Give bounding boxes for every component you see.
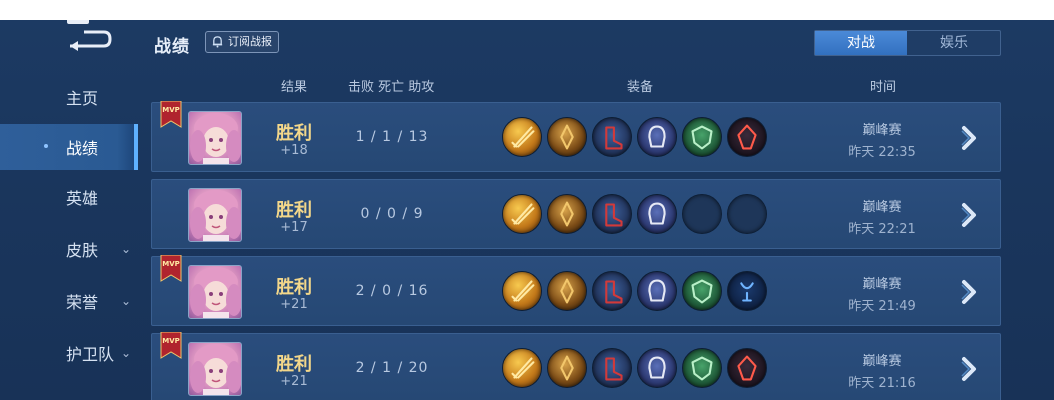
sidebar: 主页战绩英雄皮肤 ⌄ 荣誉 ⌄ 护卫队 ⌄ bbox=[0, 20, 138, 400]
sidebar-item-5[interactable]: 护卫队 ⌄ bbox=[0, 330, 138, 376]
empty-item-slot[interactable] bbox=[682, 194, 722, 234]
bronze-sword-icon[interactable] bbox=[547, 117, 587, 157]
match-time: 昨天 21:49 bbox=[848, 299, 916, 314]
match-row[interactable]: MVP 胜利 +21 2 / 1 / 20 巅峰赛昨天 21:16 bbox=[151, 332, 1001, 400]
game-screen: 主页战绩英雄皮肤⌄荣誉⌄护卫队⌄ ᵛ 战绩 订阅战报 对战 娱乐 结果 击败 死… bbox=[0, 20, 1054, 400]
sidebar-item-label: 战绩 bbox=[66, 139, 99, 158]
sidebar-item-0[interactable]: 主页 bbox=[0, 74, 138, 120]
back-arrow-cap bbox=[67, 20, 89, 24]
sidebar-item-3[interactable]: 皮肤 ⌄ bbox=[0, 226, 138, 272]
sidebar-item-4[interactable]: 荣誉 ⌄ bbox=[0, 278, 138, 324]
tab-entertainment[interactable]: 娱乐 bbox=[908, 31, 1000, 55]
skull-helm-icon[interactable] bbox=[637, 117, 677, 157]
red-crystal-icon[interactable] bbox=[727, 117, 767, 157]
jade-shield-icon[interactable] bbox=[682, 117, 722, 157]
chevron-right-icon[interactable] bbox=[958, 202, 982, 228]
match-mode: 巅峰赛 bbox=[862, 123, 902, 138]
skull-helm-icon[interactable] bbox=[637, 271, 677, 311]
equipment-list bbox=[502, 348, 782, 390]
chevron-right-icon[interactable] bbox=[958, 356, 982, 382]
subscribe-report-button[interactable]: 订阅战报 bbox=[205, 31, 279, 53]
kda-value: 2 / 0 / 16 bbox=[355, 283, 429, 299]
bronze-sword-icon[interactable] bbox=[547, 271, 587, 311]
gold-blade-icon[interactable] bbox=[502, 348, 542, 388]
bronze-sword-icon[interactable] bbox=[547, 194, 587, 234]
match-mode: 巅峰赛 bbox=[862, 354, 902, 369]
kda-value: 1 / 1 / 13 bbox=[355, 129, 429, 145]
skull-helm-icon[interactable] bbox=[637, 348, 677, 388]
result-label: 胜利 bbox=[276, 277, 312, 298]
crimson-boots-icon[interactable] bbox=[592, 117, 632, 157]
back-arrow-icon bbox=[70, 30, 112, 51]
chevron-right-icon[interactable] bbox=[958, 125, 982, 151]
bronze-sword-icon[interactable] bbox=[547, 348, 587, 388]
match-mode: 巅峰赛 bbox=[862, 277, 902, 292]
sidebar-item-label: 荣誉 bbox=[66, 293, 99, 312]
match-time: 昨天 22:21 bbox=[848, 222, 916, 237]
mvp-badge-text: MVP bbox=[162, 106, 180, 114]
crimson-boots-icon[interactable] bbox=[592, 194, 632, 234]
title-sub-text: ᵛ bbox=[170, 20, 174, 24]
score-change: +21 bbox=[280, 297, 308, 312]
result-label: 胜利 bbox=[276, 200, 312, 221]
mvp-badge-text: MVP bbox=[162, 337, 180, 345]
bell-icon bbox=[212, 36, 223, 48]
gold-blade-icon[interactable] bbox=[502, 117, 542, 157]
jade-shield-icon[interactable] bbox=[682, 348, 722, 388]
tab-battle[interactable]: 对战 bbox=[815, 31, 907, 55]
sidebar-item-label: 主页 bbox=[66, 89, 99, 108]
result-label: 胜利 bbox=[276, 123, 312, 144]
mode-tabs: 对战 娱乐 bbox=[814, 30, 1001, 56]
score-change: +21 bbox=[280, 374, 308, 389]
column-header-time: 时间 bbox=[870, 80, 897, 95]
equipment-list bbox=[502, 194, 782, 236]
match-time: 昨天 21:16 bbox=[848, 376, 916, 391]
back-button[interactable] bbox=[64, 20, 114, 56]
sidebar-item-label: 英雄 bbox=[66, 189, 99, 208]
match-mode: 巅峰赛 bbox=[862, 200, 902, 215]
equipment-list bbox=[502, 117, 782, 159]
score-change: +17 bbox=[280, 220, 308, 235]
jade-shield-icon[interactable] bbox=[682, 271, 722, 311]
sidebar-item-label: 皮肤 bbox=[66, 241, 99, 260]
hero-portrait bbox=[188, 111, 242, 165]
equipment-list bbox=[502, 271, 782, 313]
kda-value: 2 / 1 / 20 bbox=[355, 360, 429, 376]
chevron-right-icon[interactable] bbox=[958, 279, 982, 305]
crimson-boots-icon[interactable] bbox=[592, 271, 632, 311]
mvp-badge-text: MVP bbox=[162, 260, 180, 268]
gold-blade-icon[interactable] bbox=[502, 194, 542, 234]
subscribe-label: 订阅战报 bbox=[228, 35, 272, 48]
sidebar-item-2[interactable]: 英雄 bbox=[0, 174, 138, 220]
match-row[interactable]: MVP 胜利 +18 1 / 1 / 13 巅峰赛昨天 22:35 bbox=[151, 101, 1001, 172]
hero-portrait bbox=[188, 188, 242, 242]
page-title: 战绩 bbox=[154, 37, 190, 57]
mvp-badge-icon: MVP bbox=[160, 101, 182, 128]
sidebar-item-label: 护卫队 bbox=[66, 345, 115, 364]
sidebar-item-1[interactable]: 战绩 bbox=[0, 124, 138, 170]
score-change: +18 bbox=[280, 143, 308, 158]
empty-item-slot[interactable] bbox=[727, 194, 767, 234]
kda-value: 0 / 0 / 9 bbox=[360, 206, 424, 222]
chevron-down-icon: ⌄ bbox=[121, 346, 132, 360]
match-time: 昨天 22:35 bbox=[848, 145, 916, 160]
match-row[interactable]: MVP 胜利 +21 2 / 0 / 16 巅峰赛昨天 21:49 bbox=[151, 255, 1001, 326]
hero-portrait bbox=[188, 342, 242, 396]
match-row[interactable]: 胜利 +17 0 / 0 / 9 巅峰赛昨天 22:21 bbox=[151, 179, 1001, 249]
result-label: 胜利 bbox=[276, 354, 312, 375]
blue-amulet-icon[interactable] bbox=[727, 271, 767, 311]
active-indicator-dot bbox=[44, 144, 48, 148]
skull-helm-icon[interactable] bbox=[637, 194, 677, 234]
column-header-equipment: 装备 bbox=[627, 80, 654, 95]
column-header-kda: 击败 死亡 助攻 bbox=[348, 80, 435, 95]
chevron-down-icon: ⌄ bbox=[121, 294, 132, 308]
column-header-result: 结果 bbox=[281, 80, 308, 95]
crimson-boots-icon[interactable] bbox=[592, 348, 632, 388]
hero-portrait bbox=[188, 265, 242, 319]
mvp-badge-icon: MVP bbox=[160, 332, 182, 359]
red-crystal-icon[interactable] bbox=[727, 348, 767, 388]
chevron-down-icon: ⌄ bbox=[121, 242, 132, 256]
mvp-badge-icon: MVP bbox=[160, 255, 182, 282]
gold-blade-icon[interactable] bbox=[502, 271, 542, 311]
